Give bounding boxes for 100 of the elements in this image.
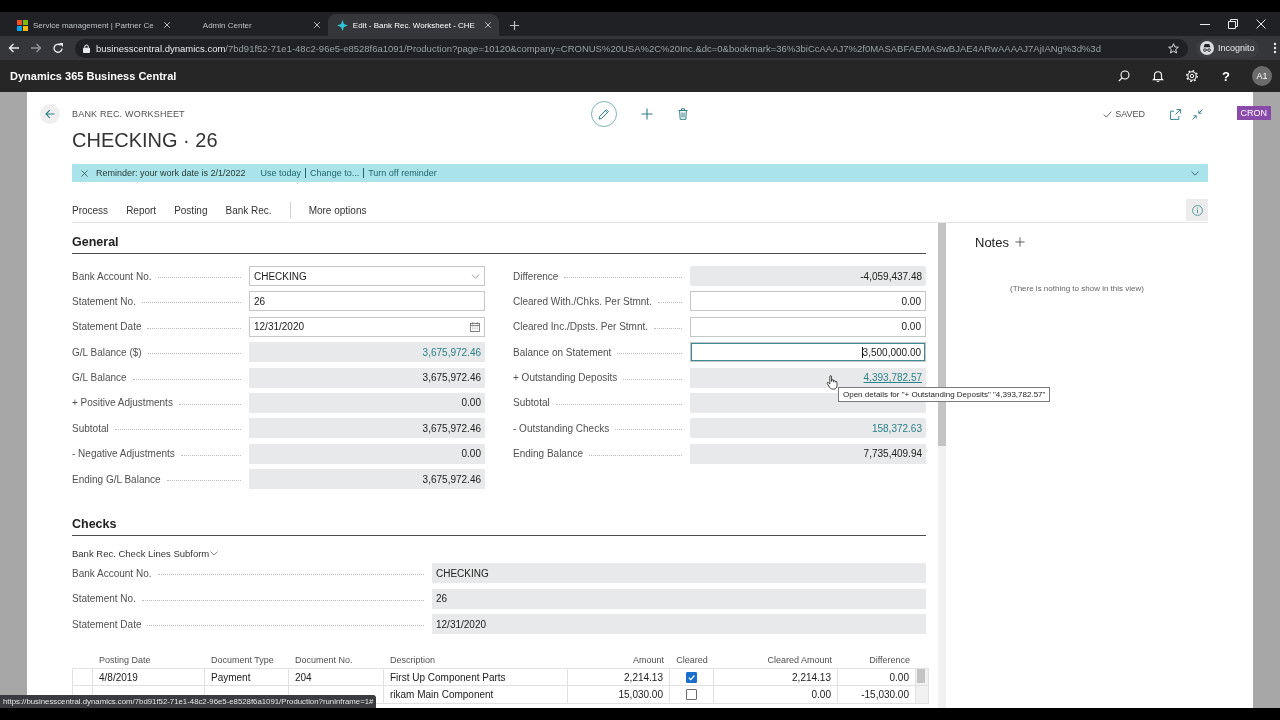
field-label: Subtotal: [72, 422, 109, 434]
chevron-down-icon[interactable]: [1191, 170, 1199, 176]
column-header[interactable]: Document Type: [211, 655, 274, 666]
table-cell: 0.00: [714, 686, 838, 705]
trash-icon[interactable]: [677, 108, 689, 120]
dropdown-field[interactable]: CHECKING: [249, 266, 485, 286]
field-label: Statement No.: [72, 593, 136, 605]
more-icon[interactable]: [1272, 42, 1277, 54]
browser-tab[interactable]: Admin Center: [177, 14, 328, 36]
tooltip: Open details for "+ Outstanding Deposits" "4,393,782.57": [838, 386, 1051, 402]
profile-button[interactable]: Incognito: [1196, 38, 1259, 58]
table-cell: First Up Component Parts: [384, 668, 568, 687]
browser-tab[interactable]: Service management | Partner Ce: [8, 14, 178, 36]
field-label: + Outstanding Deposits: [513, 372, 618, 384]
plus-icon[interactable]: [508, 20, 520, 31]
chevron-down-icon: [471, 273, 480, 279]
app-title: Dynamics 365 Business Central: [10, 70, 177, 82]
readonly-field[interactable]: 158,372.63: [690, 418, 926, 439]
reminder-link[interactable]: Turn off reminder: [368, 168, 437, 178]
calendar-icon: [470, 321, 480, 332]
column-header[interactable]: Description: [390, 655, 436, 666]
user-avatar[interactable]: A1: [1252, 66, 1272, 86]
readonly-field: -4,059,437.48: [690, 266, 926, 286]
field-label: + Positive Adjustments: [72, 397, 173, 409]
reload-icon[interactable]: [52, 42, 64, 54]
menu-button[interactable]: Bank Rec.: [225, 204, 272, 216]
close-icon[interactable]: [483, 21, 492, 29]
input-field[interactable]: 3,500,000.00: [690, 342, 926, 363]
readonly-field: 12/31/2020: [432, 614, 926, 635]
table-cell: 15,030.00: [568, 686, 670, 705]
readonly-field: 3,675,972.46: [249, 469, 485, 490]
readonly-field[interactable]: 3,675,972.46: [249, 342, 485, 363]
field-label: Statement Date: [72, 618, 142, 630]
field-label: G/L Balance: [72, 372, 127, 384]
external-link-icon[interactable]: [1170, 108, 1181, 120]
field-label: Cleared Inc./Dpsts. Per Stmnt.: [513, 321, 649, 333]
lock-icon: [83, 43, 90, 53]
subform-menu-button[interactable]: Bank Rec. Check Lines Subform: [72, 547, 219, 559]
browser-tab[interactable]: Edit - Bank Rec. Worksheet - CHE: [327, 14, 499, 36]
table-cell: 0.00: [838, 668, 916, 687]
page-title: CHECKING · 26: [72, 128, 218, 152]
menu-button[interactable]: Process: [72, 204, 109, 216]
column-header[interactable]: Posting Date: [99, 655, 151, 666]
input-field[interactable]: 0.00: [690, 291, 926, 312]
check-icon: [1103, 110, 1113, 118]
menu-button[interactable]: Report: [126, 204, 157, 216]
reminder-text: Reminder: your work date is 2/1/2022: [96, 168, 246, 178]
collapse-icon[interactable]: [1192, 108, 1203, 120]
checkbox[interactable]: [686, 689, 697, 701]
date-field[interactable]: 12/31/2020: [249, 316, 485, 337]
field-label: Balance on Statement: [513, 346, 612, 358]
field-label: Bank Account No.: [72, 270, 152, 282]
back-arrow-icon[interactable]: [8, 42, 20, 54]
checkbox[interactable]: [686, 671, 697, 683]
scrollbar-thumb[interactable]: [917, 669, 925, 684]
table-cell: 2,214.13: [568, 668, 670, 687]
back-button[interactable]: [40, 104, 60, 124]
field-label: Cleared With./Chks. Per Stmnt.: [513, 295, 652, 307]
table-cell: rikam Main Component: [384, 686, 568, 705]
input-field[interactable]: 0.00: [690, 316, 926, 337]
four-point-star-icon: [336, 19, 348, 31]
column-header[interactable]: Amount: [632, 655, 664, 666]
field-label: Statement No.: [72, 295, 136, 307]
chevron-down-icon: [210, 550, 219, 556]
address-bar[interactable]: businesscentral.dynamics.com/7bd91f52-71e1-48c2-96e5-e8528f6a1091/Production?page=10120&company=CRONUS%20USA%2C%20Inc.&dc=0&bookmark=36%3biCcAAAJ7%2f0MASABFAEMASwBJAE4ARwAAAAJ7AjIANg%3d%3d: [75, 38, 1188, 58]
column-header[interactable]: Cleared: [676, 655, 708, 666]
table-cell: 2,214.13: [714, 668, 838, 687]
field-label: - Negative Adjustments: [72, 448, 175, 460]
star-icon[interactable]: [1168, 42, 1179, 54]
column-header[interactable]: Difference: [869, 655, 910, 666]
section-heading: General: [72, 235, 119, 249]
forward-arrow-icon[interactable]: [30, 42, 42, 54]
more-options-button[interactable]: More options: [308, 204, 367, 216]
field-label: - Outstanding Checks: [513, 422, 610, 434]
four-squares-icon: [17, 19, 28, 31]
column-header[interactable]: Cleared Amount: [767, 655, 832, 666]
menu-button[interactable]: Posting: [174, 204, 208, 216]
field-label: Statement Date: [72, 321, 142, 333]
company-badge[interactable]: CRON: [1236, 106, 1271, 120]
close-icon[interactable]: [162, 21, 171, 29]
readonly-field: CHECKING: [432, 563, 926, 584]
hat-glasses-icon: [1200, 41, 1214, 55]
reminder-link[interactable]: Use today: [260, 168, 302, 178]
table-cell: 4/8/2019: [93, 668, 205, 687]
readonly-field: 3,675,972.46: [249, 367, 485, 388]
settings-icon[interactable]: [1186, 70, 1198, 82]
restore-icon[interactable]: [1228, 19, 1238, 29]
column-header[interactable]: Document No.: [295, 655, 353, 666]
notes-heading: Notes: [975, 234, 1009, 250]
bell-icon[interactable]: [1152, 70, 1164, 82]
input-field[interactable]: 26: [249, 291, 485, 312]
hand-cursor-icon: [826, 374, 838, 390]
readonly-field: 0.00: [249, 443, 485, 464]
help-button[interactable]: ?: [1220, 68, 1232, 84]
search-icon[interactable]: [1118, 70, 1130, 82]
field-label: Ending Balance: [513, 448, 584, 460]
reminder-link[interactable]: Change to...: [310, 168, 360, 178]
readonly-field[interactable]: 4,393,782.57: [690, 367, 926, 388]
close-icon[interactable]: [312, 21, 321, 29]
empty-message: (There is nothing to show in this view): [1010, 284, 1144, 293]
